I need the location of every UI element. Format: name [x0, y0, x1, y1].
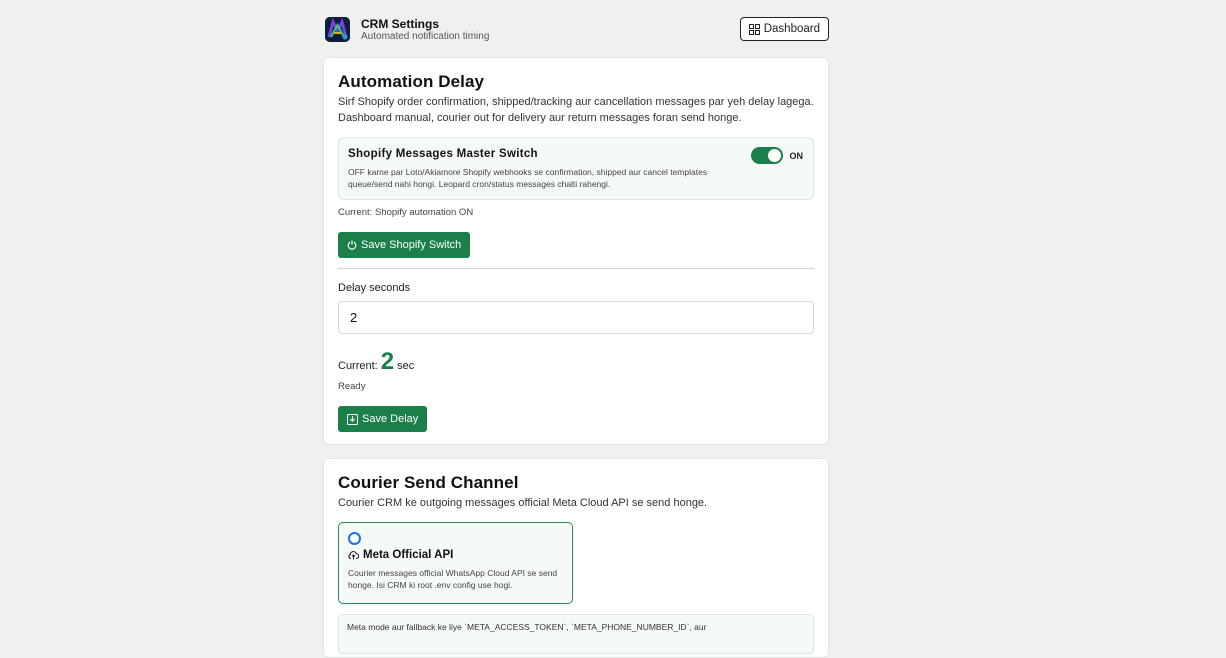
- section-divider: [338, 268, 814, 269]
- current-delay-value: 2: [380, 348, 395, 375]
- power-icon: [347, 240, 357, 250]
- courier-description: Courier CRM ke outgoing messages officia…: [338, 497, 708, 509]
- app-logo-icon: [325, 17, 350, 42]
- save-delay-button[interactable]: Save Delay: [338, 406, 428, 432]
- app-logo: [325, 17, 350, 42]
- meta-config-note: Meta mode aur fallback ke liye `META_ACC…: [338, 614, 814, 654]
- meta-api-title-row: Meta Official API: [348, 549, 563, 561]
- dashboard-button[interactable]: Dashboard: [739, 17, 829, 41]
- automation-delay-card: Automation Delay Sirf Shopify order conf…: [323, 57, 829, 445]
- current-delay-readout: Current: 2 sec: [338, 348, 814, 376]
- save-shopify-switch-button[interactable]: Save Shopify Switch: [338, 232, 471, 258]
- master-switch-description: OFF karne par Loto/Akiamore Shopify webh…: [348, 166, 728, 190]
- meta-api-desc-line1: Courier messages official WhatsApp Cloud…: [348, 568, 558, 578]
- save-delay-label: Save Delay: [362, 413, 419, 425]
- delay-seconds-input[interactable]: 2: [338, 301, 814, 334]
- automation-desc-line2: Dashboard manual, courier out for delive…: [338, 112, 742, 124]
- automation-title: Automation Delay: [338, 72, 485, 91]
- current-prefix: Current:: [338, 360, 378, 372]
- settings-page: CRM Settings Automated notification timi…: [323, 0, 829, 658]
- app-title: CRM Settings: [361, 17, 439, 31]
- meta-api-description: Courier messages official WhatsApp Cloud…: [348, 567, 563, 591]
- courier-channel-card: Courier Send Channel Courier CRM ke outg…: [323, 458, 829, 658]
- cloud-upload-icon: [348, 551, 359, 560]
- automation-description: Sirf Shopify order confirmation, shipped…: [338, 94, 814, 126]
- grid-icon: [748, 23, 760, 35]
- save-shopify-switch-label: Save Shopify Switch: [361, 239, 462, 251]
- toggle-state-label: ON: [789, 151, 804, 161]
- dashboard-label: Dashboard: [763, 23, 820, 35]
- courier-title: Courier Send Channel: [338, 473, 519, 492]
- save-icon: [347, 413, 358, 425]
- delay-seconds-label: Delay seconds: [338, 282, 411, 294]
- master-switch-toggle[interactable]: [751, 147, 783, 164]
- meta-api-title: Meta Official API: [363, 549, 454, 561]
- toggle-knob: [768, 149, 781, 162]
- meta-api-radio[interactable]: [348, 532, 361, 545]
- current-delay-unit: sec: [397, 360, 415, 372]
- ready-status: Ready: [338, 381, 366, 392]
- master-switch-panel: Shopify Messages Master Switch OFF karne…: [338, 137, 814, 200]
- automation-desc-line1: Sirf Shopify order confirmation, shipped…: [338, 96, 814, 108]
- page-header: CRM Settings Automated notification timi…: [323, 0, 829, 57]
- meta-api-desc-line2: honge. Isi CRM ki root .env config use h…: [348, 580, 513, 590]
- master-switch-desc-line2: queue/send nahi hongi. Leopard cron/stat…: [348, 179, 611, 189]
- current-automation-status: Current: Shopify automation ON: [338, 207, 474, 218]
- master-switch-title: Shopify Messages Master Switch: [348, 148, 538, 160]
- meta-api-option[interactable]: Meta Official API Courier messages offic…: [338, 522, 573, 604]
- master-switch-desc-line1: OFF karne par Loto/Akiamore Shopify webh…: [348, 167, 708, 177]
- app-subtitle: Automated notification timing: [361, 31, 490, 42]
